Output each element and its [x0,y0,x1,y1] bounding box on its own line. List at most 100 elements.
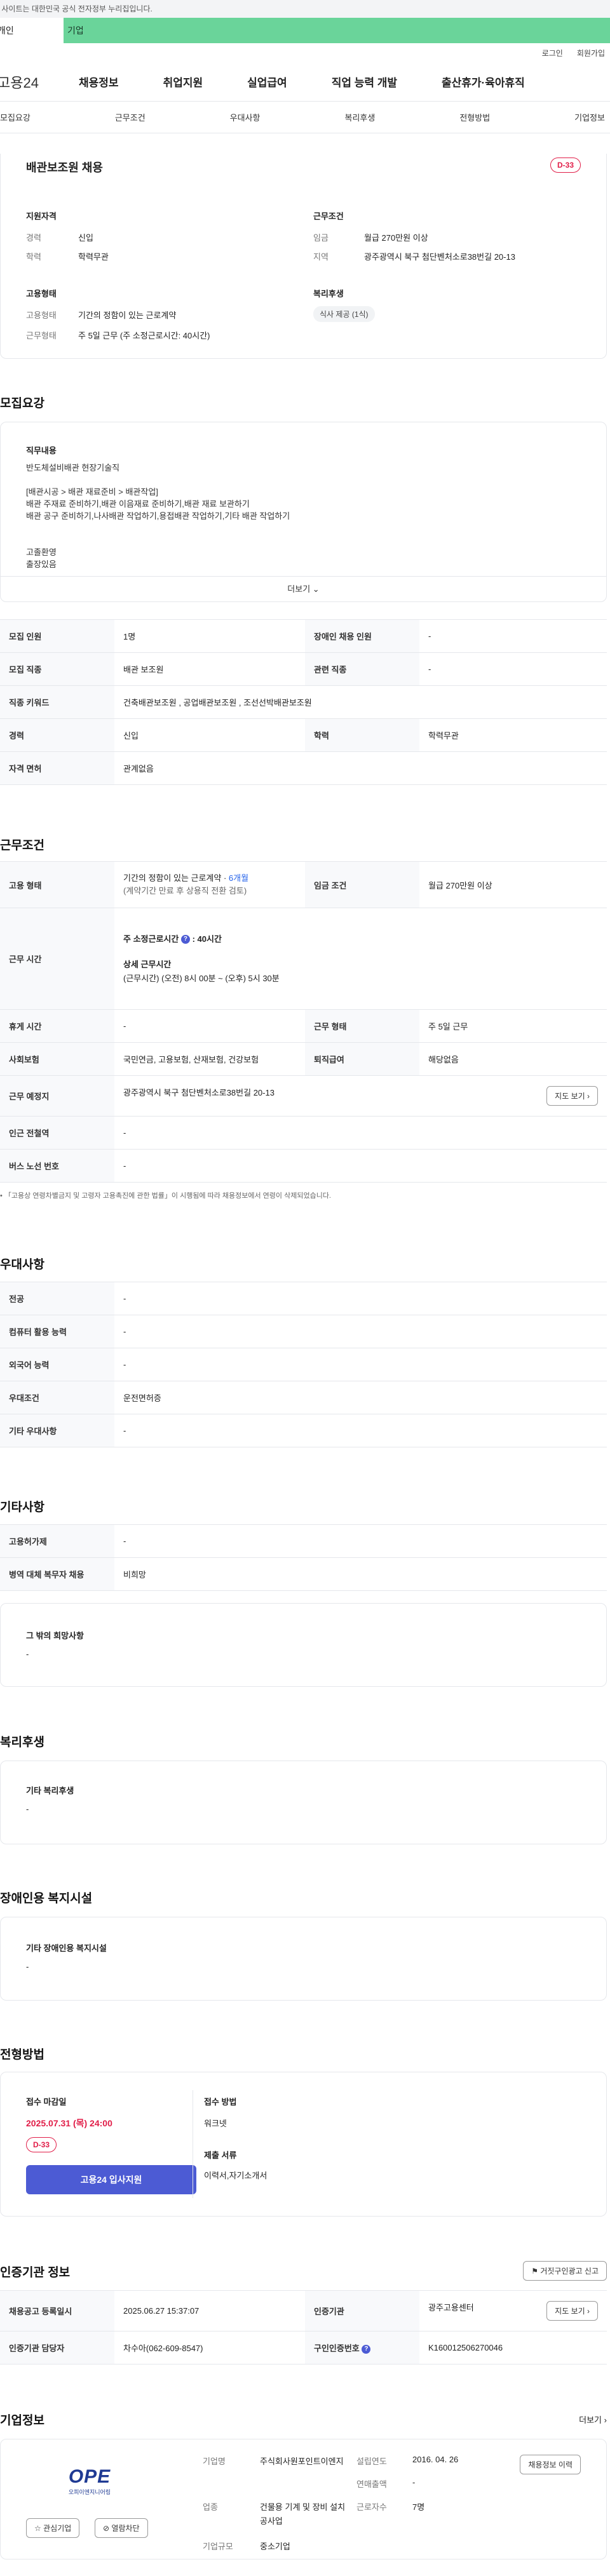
table-row: 고용허가제 - [0,1524,607,1558]
map-button[interactable]: 지도 보기 › [546,1086,598,1106]
gnb-item-employment-support[interactable]: 취업지원 [163,74,203,90]
tab-recruit[interactable]: 모집요강 [0,111,30,123]
job-desc-title: 직무내용 [26,446,57,455]
disabled-box-title: 기타 장애인용 복지시설 [26,1943,107,1953]
table-row: 근무 시간 주 소정근로시간 ? : 40시간 상세 근무시간 (근무시간) (… [0,908,607,1010]
recruit-section-title: 모집요강 [0,397,44,410]
company-logo-sub: 오피이엔지니어링 [68,2489,111,2495]
table-header: 우대조건 [0,1381,114,1414]
table-header: 외국어 능력 [0,1348,114,1381]
table-cell: - [114,1009,305,1043]
employ-contract-line: 기간의 정함이 있는 근로계약 · 6개월 [123,872,296,885]
disabled-card: 기타 장애인용 복지시설 - [0,1917,607,2001]
table-row: 버스 노선 번호 - [0,1149,607,1183]
company-name-value: 주식회사원포인트이엔지 [260,2457,344,2466]
report-icon: ⚑ [531,2267,538,2276]
table-cell: 2025.06.27 15:37:07 [114,2290,305,2331]
gnb-menu: 채용정보 취업지원 실업급여 직업 능력 개발 출산휴가·육아휴직 [79,74,525,90]
founded-value: 2016. 04. 26 [412,2455,459,2464]
login-link[interactable]: 로그인 [542,48,563,58]
more-label: 더보기 [287,584,311,594]
false-ad-report-button[interactable]: ⚑ 거짓구인광고 신고 [523,2261,607,2281]
table-header: 구인인증번호 ? [305,2331,419,2365]
age-notice: • 「고용상 연령차별금지 및 고령자 고용촉진에 관한 법률」이 시행됨에 따… [0,1192,331,1200]
table-header: 병역 대체 복무자 채용 [0,1557,114,1591]
welfare-title: 복리후생 [313,289,344,299]
table-header: 관련 직종 [305,652,419,686]
site-logo[interactable]: 고용24 [0,72,79,92]
table-header: 학력 [305,718,419,752]
chevron-right-icon: › [587,1092,590,1101]
etc-section-title: 기타사항 [0,1501,44,1514]
signup-link[interactable]: 회원가입 [577,48,605,58]
table-cell: - [114,1414,607,1447]
tab-conditions[interactable]: 근무조건 [115,111,146,123]
career-value: 신입 [78,233,93,243]
table-cell: 주 5일 근무 [419,1009,607,1043]
tab-prefer[interactable]: 우대사항 [230,111,261,123]
info-icon[interactable]: ? [180,935,190,944]
block-icon: ⊘ [103,2524,110,2533]
table-cell: - [114,1348,607,1381]
employ-type-label: 고용형태 [26,311,57,320]
tab-company-label: 기업 [67,25,84,36]
work-cond-title: 근무조건 [313,211,344,221]
apply-button[interactable]: 고용24 입사지원 [26,2165,196,2194]
table-header: 근무 예정지 [0,1075,114,1117]
job-title: 배관보조원 채용 [26,161,103,174]
dday-badge: D-33 [26,2137,57,2152]
welfare-card: 기타 복리후생 - [0,1761,607,1844]
tab-personal[interactable]: 개인 [0,18,64,43]
table-header: 컴퓨터 활용 능력 [0,1315,114,1348]
tab-screening[interactable]: 전형방법 [459,111,490,123]
gnb-item-unemployment-benefit[interactable]: 실업급여 [247,74,287,90]
section-tabs: 모집요강 근무조건 우대사항 복리후생 전형방법 기업정보 [0,102,610,133]
region-value: 광주광역시 북구 첨단벤처소로38번길 20-13 [364,252,515,262]
welfare-chip: 식사 제공 (1식) [313,306,375,322]
tab-company[interactable]: 기업 [64,18,610,43]
screening-section-title: 전형방법 [0,2048,44,2062]
table-row: 기타 우대사항 - [0,1414,607,1447]
table-header: 모집 인원 [0,619,114,653]
table-cell: 1명 [114,619,305,653]
table-header: 임금 조건 [305,861,419,908]
wage-value: 월급 270만원 이상 [364,233,428,243]
table-row: 모집 인원 1명 장애인 채용 인원 - [0,619,607,653]
more-bar[interactable]: 더보기 ⌄ [1,576,606,601]
agency-value: 광주고용센터 [428,2303,474,2312]
tab-welfare[interactable]: 복리후생 [344,111,375,123]
disabled-section-title: 장애인용 복지시설 [0,1892,93,1905]
tab-company[interactable]: 기업정보 [574,111,605,123]
welfare-box-title: 기타 복리후생 [26,1786,74,1795]
recruit-table: 모집 인원 1명 장애인 채용 인원 - 모집 직종 배관 보조원 관련 직종 … [0,619,607,785]
work-type-value: 주 5일 근무 (주 소정근로시간: 40시간) [78,331,210,340]
table-cell: 차수아(062-609-8547) [114,2331,305,2365]
table-row: 전공 - [0,1282,607,1315]
map-button[interactable]: 지도 보기 › [546,2301,598,2321]
table-cell: 광주광역시 북구 첨단벤처소로38번길 20-13 지도 보기 › [114,1075,607,1117]
interest-company-button[interactable]: ☆ 관심기업 [26,2518,80,2538]
block-view-button[interactable]: ⊘ 열람차단 [95,2518,148,2538]
table-header: 모집 직종 [0,652,114,686]
work-type-label: 근무형태 [26,331,57,340]
education-label: 학력 [26,252,41,262]
auth-table: 채용공고 등록일시 2025.06.27 15:37:07 인증기관 광주고용센… [0,2290,607,2365]
table-row: 인증기관 담당자 차수아(062-609-8547) 구인인증번호 ? K160… [0,2331,607,2365]
company-more-label: 더보기 [579,2415,602,2425]
table-header: 인근 전철역 [0,1116,114,1150]
block-label: 열람차단 [111,2524,140,2533]
gnb-item-vocational-training[interactable]: 직업 능력 개발 [332,74,397,90]
info-icon[interactable]: ? [362,2344,371,2354]
report-button-label: 거짓구인광고 신고 [540,2267,599,2276]
employees-value: 7명 [412,2502,425,2512]
recruit-history-button[interactable]: 채용정보 이력 [520,2455,581,2474]
company-more-link[interactable]: 더보기 › [579,2413,607,2425]
employ-contract-text: 기간의 정함이 있는 근로계약 · [123,873,229,883]
education-value: 학력무관 [78,252,109,262]
company-logo: OPE 오피이엔지니어링 [39,2466,140,2496]
method-label: 접수 방법 [204,2097,237,2107]
table-row: 경력 신입 학력 학력무관 [0,718,607,752]
gnb-item-parental-leave[interactable]: 출산휴가·육아휴직 [442,74,525,90]
table-cell: - [419,619,607,653]
gnb-item-jobs[interactable]: 채용정보 [79,74,119,90]
